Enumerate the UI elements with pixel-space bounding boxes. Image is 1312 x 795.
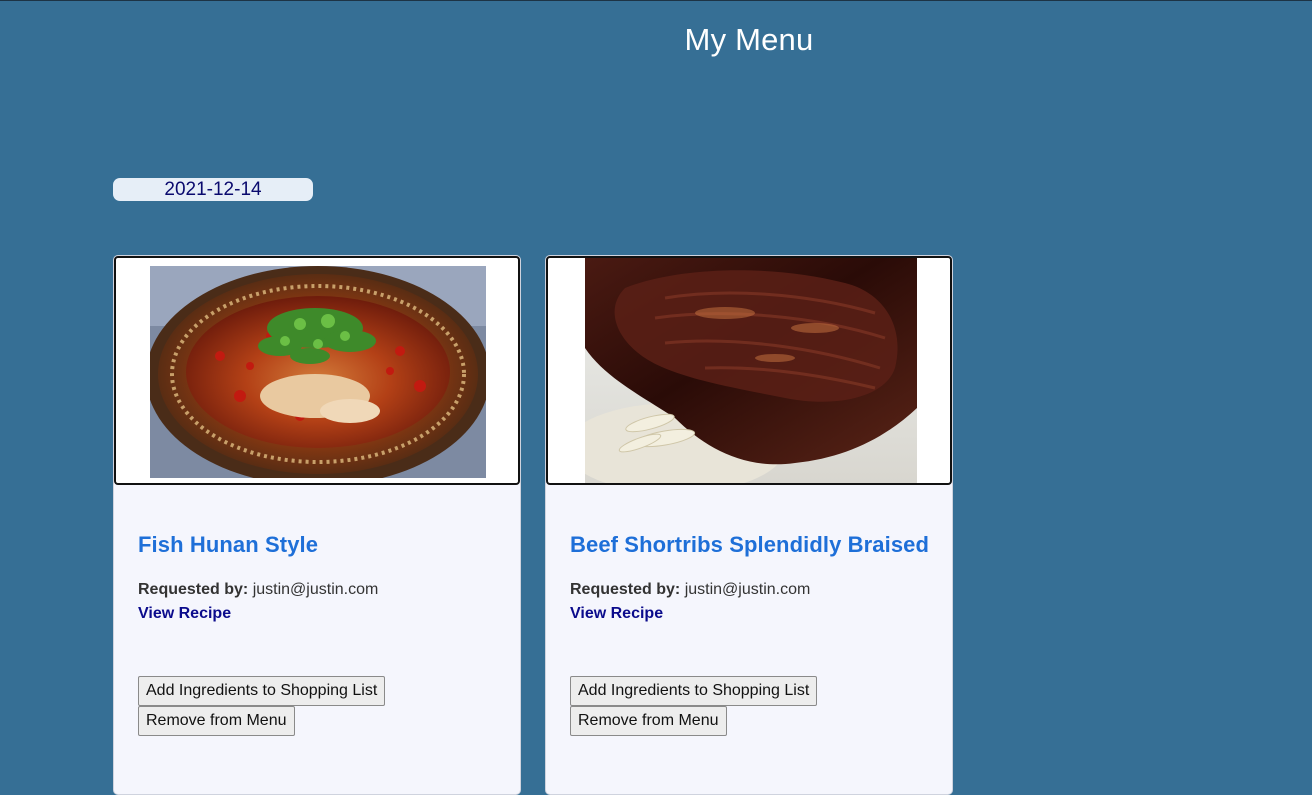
requested-by: Requested by: justin@justin.com <box>570 580 930 600</box>
remove-from-menu-button[interactable]: Remove from Menu <box>570 706 727 736</box>
page-title: My Menu <box>684 22 814 57</box>
requested-by-label: Requested by: <box>138 581 249 598</box>
fish-dish-image <box>150 266 486 478</box>
requested-by-email: justin@justin.com <box>684 581 811 598</box>
recipe-image[interactable] <box>546 256 952 485</box>
recipe-image[interactable] <box>114 256 520 485</box>
add-ingredients-button[interactable]: Add Ingredients to Shopping List <box>138 676 386 706</box>
top-border <box>0 0 1312 1</box>
recipe-title: Fish Hunan Style <box>138 532 319 557</box>
view-recipe-link[interactable]: View Recipe <box>138 604 498 624</box>
menu-item-card: Beef Shortribs Splendidly Braised Reques… <box>545 255 953 795</box>
requested-by-label: Requested by: <box>570 581 681 598</box>
requested-by-email: justin@justin.com <box>252 581 379 598</box>
beef-dish-image <box>585 258 917 483</box>
menu-item-card: Fish Hunan Style Requested by: justin@ju… <box>113 255 521 795</box>
add-ingredients-button[interactable]: Add Ingredients to Shopping List <box>570 676 818 706</box>
recipe-title: Beef Shortribs Splendidly Braised <box>570 532 930 557</box>
requested-by: Requested by: justin@justin.com <box>138 580 498 600</box>
menu-date[interactable]: 2021-12-14 <box>113 178 313 201</box>
remove-from-menu-button[interactable]: Remove from Menu <box>138 706 295 736</box>
view-recipe-link[interactable]: View Recipe <box>570 604 930 624</box>
